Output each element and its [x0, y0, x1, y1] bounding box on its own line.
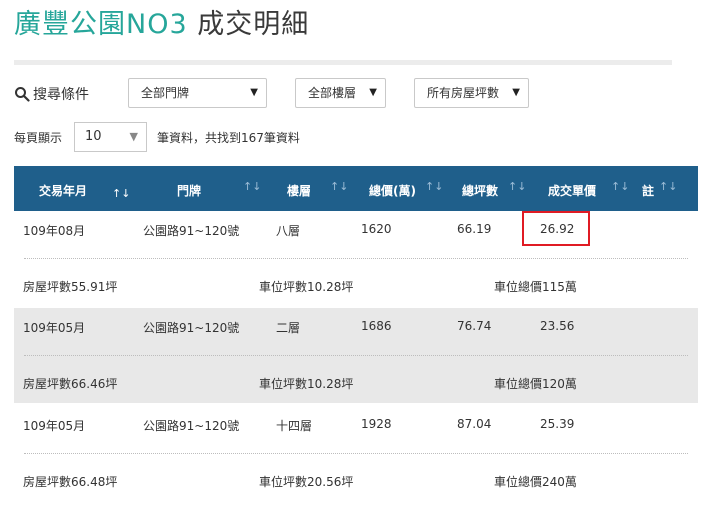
caret-down-icon: ▼	[512, 87, 520, 98]
search-conditions-text: 搜尋條件	[33, 87, 89, 103]
sort-icon[interactable]: ↑↓	[330, 180, 348, 193]
result-count: 筆資料，共找到167筆資料	[157, 131, 300, 145]
table-header: 交易年月 ↑↓ 門牌 ↑↓ 樓層 ↑↓ 總價(萬) ↑↓ 總坪數 ↑↓ 成交單價…	[14, 166, 698, 211]
table-row[interactable]: 109年05月 公園路91~120號 十四層 1928 87.04 25.39 …	[14, 406, 698, 501]
per-page-label: 每頁顯示	[14, 131, 63, 145]
cell-house-area: 房屋坪數66.48坪	[23, 475, 118, 489]
sort-icon[interactable]: ↑↓	[243, 180, 261, 193]
sort-icon[interactable]: ↑↓	[659, 180, 677, 193]
area-select-value: 所有房屋坪數	[427, 86, 500, 100]
cell-parking-price: 車位總價115萬	[494, 280, 577, 294]
cell-total-price: 1686	[361, 319, 392, 333]
page-title-suffix: 成交明細	[197, 9, 310, 40]
cell-address: 公園路91~120號	[143, 224, 240, 238]
row-divider	[24, 355, 688, 356]
per-page-value: 10	[85, 129, 102, 144]
cell-unit-price: 23.56	[540, 319, 575, 333]
caret-down-icon: ▼	[250, 87, 258, 98]
page-title: 廣豐公園NO3 成交明細	[14, 2, 309, 41]
table-row[interactable]: 109年05月 公園路91~120號 二層 1686 76.74 23.56 房…	[14, 308, 698, 403]
cell-parking-area: 車位坪數10.28坪	[259, 280, 354, 294]
cell-floor: 二層	[276, 321, 301, 335]
sort-desc-icon[interactable]: ↑↓	[112, 187, 130, 200]
column-header-unit-price[interactable]: 成交單價	[548, 182, 596, 199]
column-header-total-area[interactable]: 總坪數	[462, 182, 498, 199]
area-select[interactable]: 所有房屋坪數 ▼	[414, 78, 529, 108]
cell-unit-price: 25.39	[540, 417, 575, 431]
cell-address: 公園路91~120號	[143, 321, 240, 335]
column-header-note[interactable]: 註	[642, 182, 654, 199]
column-header-date[interactable]: 交易年月	[39, 182, 87, 199]
cell-parking-price: 車位總價120萬	[494, 377, 577, 391]
cell-total-area: 66.19	[457, 222, 492, 236]
page-title-project: 廣豐公園NO3	[14, 9, 188, 40]
cell-total-area: 76.74	[457, 319, 492, 333]
cell-house-area: 房屋坪數66.46坪	[23, 377, 118, 391]
row-divider	[24, 258, 688, 259]
row-divider	[24, 453, 688, 454]
cell-parking-area: 車位坪數20.56坪	[259, 475, 354, 489]
floor-select-value: 全部樓層	[308, 86, 357, 100]
highlight-annotation-box	[522, 211, 590, 246]
cell-floor: 八層	[276, 224, 301, 238]
cell-house-area: 房屋坪數55.91坪	[23, 280, 118, 294]
search-conditions-label: 搜尋條件	[14, 84, 89, 104]
cell-date: 109年05月	[23, 419, 86, 433]
cell-address: 公園路91~120號	[143, 419, 240, 433]
cell-date: 109年08月	[23, 224, 86, 238]
column-header-floor[interactable]: 樓層	[287, 182, 311, 199]
column-header-total-price[interactable]: 總價(萬)	[369, 182, 416, 199]
cell-total-price: 1928	[361, 417, 392, 431]
caret-down-icon: ▼	[369, 87, 377, 98]
column-header-address[interactable]: 門牌	[177, 182, 201, 199]
floor-select[interactable]: 全部樓層 ▼	[295, 78, 386, 108]
search-icon	[14, 86, 30, 102]
cell-parking-price: 車位總價240萬	[494, 475, 577, 489]
table-row[interactable]: 109年08月 公園路91~120號 八層 1620 66.19 26.92 房…	[14, 211, 698, 306]
door-number-select-value: 全部門牌	[141, 86, 190, 100]
cell-total-area: 87.04	[457, 417, 492, 431]
door-number-select[interactable]: 全部門牌 ▼	[128, 78, 267, 108]
caret-down-icon: ▼	[129, 130, 138, 143]
cell-floor: 十四層	[276, 419, 313, 433]
per-page-select[interactable]: 10 ▼	[74, 122, 147, 152]
title-divider	[14, 60, 672, 65]
sort-icon[interactable]: ↑↓	[611, 180, 629, 193]
cell-parking-area: 車位坪數10.28坪	[259, 377, 354, 391]
cell-date: 109年05月	[23, 321, 86, 335]
cell-total-price: 1620	[361, 222, 392, 236]
sort-icon[interactable]: ↑↓	[508, 180, 526, 193]
sort-icon[interactable]: ↑↓	[425, 180, 443, 193]
